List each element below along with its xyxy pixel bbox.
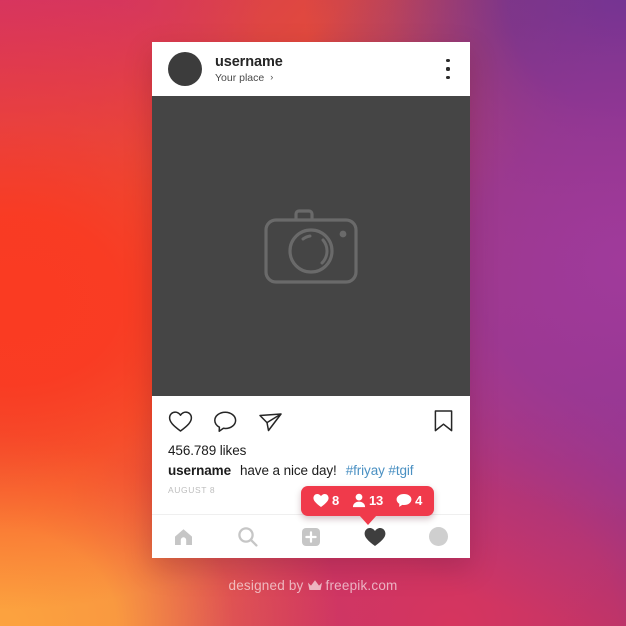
heart-filled-icon: [364, 527, 385, 546]
notification-likes-value: 8: [332, 493, 340, 508]
notification-comments-value: 4: [415, 493, 423, 508]
credit-prefix: designed by: [228, 578, 304, 593]
post-photo[interactable]: [152, 96, 470, 396]
bottom-nav-bar: [152, 514, 470, 558]
post-caption: username have a nice day! #friyay #tgif: [168, 463, 454, 478]
dot: [446, 75, 450, 79]
nav-item-search[interactable]: [229, 522, 265, 552]
dot: [446, 59, 450, 63]
search-icon: [238, 527, 258, 547]
nav-item-activity[interactable]: [357, 522, 393, 552]
nav-item-profile[interactable]: [420, 522, 456, 552]
nav-item-add-post[interactable]: [293, 522, 329, 552]
freepik-credit: designed by freepik.com: [0, 578, 626, 593]
caption-text: have a nice day!: [239, 463, 337, 478]
notification-comments: 4: [396, 493, 422, 508]
notification-followers: 13: [352, 493, 383, 508]
caption-username[interactable]: username: [168, 463, 231, 478]
post-header: username Your place ›: [152, 42, 470, 96]
notification-likes: 8: [313, 493, 339, 508]
instagram-post-card: username Your place › 456.789 likes user…: [152, 42, 470, 558]
more-options-icon[interactable]: [440, 58, 456, 80]
freepik-crown-icon: [307, 579, 323, 592]
comment-filled-icon: [396, 493, 412, 508]
caption-hashtags[interactable]: #friyay #tgif: [346, 463, 414, 478]
likes-count: 456.789 likes: [168, 443, 247, 458]
bookmark-outline-icon[interactable]: [433, 409, 454, 433]
comment-outline-icon[interactable]: [213, 410, 238, 433]
send-outline-icon[interactable]: [258, 410, 283, 433]
notification-followers-value: 13: [369, 493, 384, 508]
heart-filled-icon: [313, 493, 329, 508]
nav-item-home[interactable]: [166, 522, 202, 552]
home-icon: [175, 528, 193, 545]
add-post-icon: [301, 527, 320, 546]
credit-brand: freepik.com: [325, 578, 398, 593]
avatar[interactable]: [168, 52, 202, 86]
dot: [446, 67, 450, 71]
post-location: Your place: [215, 71, 265, 84]
person-filled-icon: [352, 493, 366, 508]
post-header-text: username Your place ›: [215, 55, 440, 83]
chevron-right-icon: ›: [270, 72, 274, 83]
post-action-row: [168, 408, 454, 434]
post-location-row[interactable]: Your place ›: [215, 71, 440, 84]
profile-avatar-icon: [428, 527, 448, 546]
notification-badge[interactable]: 8 13 4: [301, 486, 435, 525]
camera-icon: [264, 209, 358, 284]
heart-outline-icon[interactable]: [168, 410, 193, 433]
post-username[interactable]: username: [215, 55, 440, 70]
